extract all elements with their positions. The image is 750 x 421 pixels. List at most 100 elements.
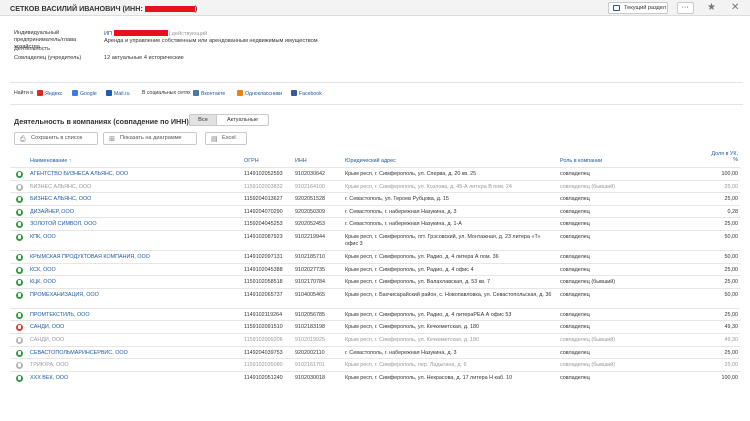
company-name[interactable]: БИЗНЕС АЛЬЯНС, ООО	[30, 184, 91, 191]
yandex-icon	[37, 90, 43, 96]
current-section-button[interactable]: Текущий раздел	[608, 2, 668, 14]
save-icon: ⎙	[20, 136, 26, 143]
role-cell: совладелец	[560, 324, 590, 331]
col-address[interactable]: Юридический адрес	[345, 158, 396, 164]
table-row[interactable]: ТРИЮРА, ООО 1159102035080 9102161701 Крым р…	[10, 358, 740, 371]
excel-button[interactable]: ▤ Excel	[205, 132, 247, 145]
active-status-icon	[16, 374, 23, 382]
address-cell: г. Севастополь, г. набережная Назукина, …	[345, 349, 457, 356]
activity-row: Аренда и управление собственным или арен…	[14, 38, 318, 45]
find-yandex[interactable]: Яндекс	[37, 90, 62, 97]
cofounder-label: Совладелец (учредитель)	[14, 55, 82, 61]
section-title: Деятельность в компаниях (совпадение по …	[14, 117, 189, 126]
inn-cell: 9202052453	[295, 221, 325, 228]
address-cell: Крым респ, г. Симферополь, ул. Кечкеметс…	[345, 324, 479, 331]
inn-prefix: (ИНН:	[122, 4, 143, 13]
table-row[interactable]: СЕВАСТОПОЛЬМАРИНСЕРВИС, ООО 1149204039753…	[10, 345, 740, 359]
role-cell: совладелец (бывший)	[560, 279, 616, 286]
address-cell: Крым респ, г. Симферополь, ул. Некрасова…	[345, 374, 513, 381]
table-row[interactable]: БИЗНЕС АЛЬЯНС, ООО 1159204013627 920205152…	[10, 192, 740, 205]
company-name[interactable]: ПРОМТЕКСТИЛЬ, ООО	[30, 312, 90, 319]
company-name[interactable]: САНДИ, ООО	[30, 324, 64, 331]
company-name[interactable]: XXX ВЕК, ООО	[30, 375, 68, 382]
ogrn-cell: 1149102052593	[244, 171, 283, 177]
col-inn[interactable]: ИНН	[295, 158, 307, 164]
company-name[interactable]: ПРОМЕХАНИЗАЦИЯ, ООО	[30, 292, 99, 299]
role-cell: совладелец	[560, 311, 590, 318]
ogrn-cell: 1159204045253	[244, 221, 283, 228]
address-cell: Крым респ, г. Симферополь, пер. Ладыгина…	[345, 362, 467, 369]
find-ok[interactable]: Одноклассники	[237, 90, 282, 97]
address-cell: Крым респ, г. Симферополь, ул. Радио, д.…	[345, 311, 512, 318]
active-status-icon	[16, 254, 23, 261]
active-status-icon	[16, 171, 23, 178]
company-name[interactable]: КПК, ООО	[30, 234, 56, 241]
star-icon[interactable]: ★	[707, 2, 716, 13]
cofounder-value[interactable]: 12 актуальные 4 исторические	[104, 55, 184, 62]
company-name[interactable]: ДИЗАЙНЕР, ООО	[30, 209, 74, 216]
table-row[interactable]: ЗОЛОТОЙ СИМВОЛ, ООО 1159204045253 92020524…	[10, 217, 740, 230]
table-row[interactable]: КРЫМСКАЯ ПРОДУКТОВАЯ КОМПАНИЯ, ООО 114910…	[10, 250, 740, 263]
find-google[interactable]: Google	[72, 90, 97, 97]
role-cell: совладелец	[560, 349, 590, 356]
company-name[interactable]: СЕВАСТОПОЛЬМАРИНСЕРВИС, ООО	[30, 350, 128, 357]
inn-cell: 9104005465	[295, 291, 325, 298]
inn-cell: 9102170784	[295, 279, 325, 286]
table-row[interactable]: БИЗНЕС АЛЬЯНС, ООО 1159102003832 910216410…	[10, 179, 740, 193]
share-cell: 25,00	[724, 266, 739, 273]
table-row[interactable]: ПРОМЕХАНИЗАЦИЯ, ООО 1149102065737 91040054…	[10, 287, 740, 308]
save-to-list-button[interactable]: ⎙ Сохранить в список	[14, 132, 98, 145]
col-name[interactable]: Наименование ↑	[30, 158, 72, 164]
more-button[interactable]: ···	[677, 2, 694, 14]
active-status-icon	[16, 349, 23, 357]
inn-cell: 9102056785	[295, 311, 325, 318]
col-share[interactable]: Доля в УК, %	[700, 151, 738, 163]
ogrn-cell: 1149102119264	[244, 311, 283, 318]
share-cell: 25,00	[724, 279, 739, 286]
inn-cell: 9102219944	[295, 234, 325, 240]
find-vk[interactable]: Вконтакте	[193, 90, 225, 97]
table-row[interactable]: САНДИ, ООО 1159102009206 9102019925 Крым ре…	[10, 333, 740, 346]
active-status-icon	[16, 279, 23, 287]
address-cell: Крым респ, г. Бахчисарайский район, с. Н…	[345, 291, 552, 298]
table-row[interactable]: АГЕНТСТВО БИЗНЕСА АЛЬЯНС, ООО 11491020525…	[10, 167, 740, 180]
share-cell: 49,30	[724, 337, 739, 343]
table-row[interactable]: КЦК, ООО 1159102058518 9102170784 Крым респ…	[10, 275, 740, 288]
ogrn-cell: 1149102087923	[244, 234, 283, 240]
table-row[interactable]: САНДИ, ООО 1159102091510 9102183198 Крым ре…	[10, 320, 740, 333]
inn-cell: 9102030642	[295, 171, 325, 177]
company-name[interactable]: АГЕНТСТВО БИЗНЕСА АЛЬЯНС, ООО	[30, 171, 128, 178]
table-row[interactable]: ПРОМТЕКСТИЛЬ, ООО 1149102119264 9102056785…	[10, 307, 740, 321]
table-row[interactable]: КСК, ООО 1149102045388 9102027735 Крым респ…	[10, 262, 740, 276]
company-name[interactable]: САНДИ, ООО	[30, 337, 64, 344]
col-role[interactable]: Роль в компании	[560, 158, 602, 164]
redacted-ip-name	[113, 30, 168, 36]
share-cell: 25,00	[724, 183, 739, 190]
toggle-all[interactable]: Все	[189, 114, 217, 126]
company-name[interactable]: ЗОЛОТОЙ СИМВОЛ, ООО	[30, 221, 97, 228]
warning-status-icon	[16, 324, 23, 332]
company-name[interactable]: ТРИЮРА, ООО	[30, 362, 69, 369]
table-row[interactable]: КПК, ООО 1149102087923 9102219944 Крым респ…	[10, 230, 740, 250]
find-mail[interactable]: Mail.ru	[106, 90, 130, 97]
active-status-icon	[16, 291, 23, 299]
company-name[interactable]: КЦК, ООО	[30, 279, 56, 286]
ogrn-cell: 1149204070290	[244, 208, 283, 215]
toggle-actual[interactable]: Актуальные	[217, 114, 269, 126]
company-name[interactable]: БИЗНЕС АЛЬЯНС, ООО	[30, 196, 91, 203]
address-cell: г. Севастополь, г. набережная Назукина, …	[345, 208, 457, 215]
share-cell: 25,00	[724, 196, 739, 203]
active-status-icon	[16, 234, 23, 241]
ogrn-cell: 1159102058518	[244, 279, 283, 286]
close-icon[interactable]: ✕	[731, 2, 739, 13]
ogrn-cell: 1159102091510	[244, 324, 283, 331]
table-row[interactable]: XXX ВЕК, ООО 1149102051240 9102030018 Крым …	[10, 370, 740, 384]
ogrn-cell: 1159102035080	[244, 362, 283, 369]
table-row[interactable]: ДИЗАЙНЕР, ООО 1149204070290 9202050309 г. С…	[10, 204, 740, 218]
ip-link[interactable]: ИП	[104, 31, 112, 37]
company-name[interactable]: КРЫМСКАЯ ПРОДУКТОВАЯ КОМПАНИЯ, ООО	[30, 254, 150, 261]
col-ogrn[interactable]: ОГРН	[244, 158, 259, 164]
find-facebook[interactable]: Facebook	[291, 90, 322, 97]
show-diagram-button[interactable]: ⊞ Показать на диаграмме	[103, 132, 197, 145]
company-name[interactable]: КСК, ООО	[30, 267, 56, 274]
